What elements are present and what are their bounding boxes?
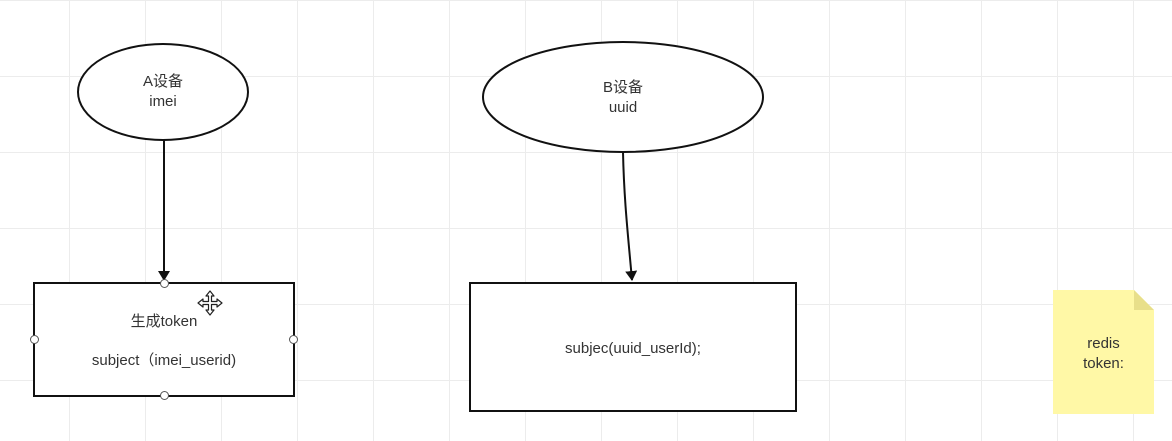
connector-b-to-subject[interactable] [622, 151, 638, 281]
redis-note-label: redis token: [1053, 334, 1154, 374]
selection-handle-bottom[interactable] [160, 391, 169, 400]
selection-handle-top[interactable] [160, 279, 169, 288]
redis-note-fold [1134, 290, 1154, 310]
b-device-line1: B设备 [602, 79, 643, 96]
redis-note-line1: redis [1087, 335, 1120, 352]
subject-box-text: subjec(uuid_userId); [565, 340, 701, 357]
redis-note-line2: token: [1083, 355, 1124, 372]
token-box[interactable] [33, 282, 295, 397]
move-cursor-icon [197, 290, 223, 316]
selection-handle-left[interactable] [30, 335, 39, 344]
a-device-line1: A设备 [142, 73, 183, 90]
token-box-subtitle: subject（imei_userid) [91, 352, 237, 369]
b-device-label: B设备 uuid [573, 78, 673, 118]
diagram-canvas [33, 41, 1154, 414]
b-device-line2: uuid [608, 99, 638, 116]
a-device-line2: imei [149, 93, 177, 110]
selection-handle-right[interactable] [289, 335, 298, 344]
a-device-label: A设备 imei [113, 72, 213, 112]
